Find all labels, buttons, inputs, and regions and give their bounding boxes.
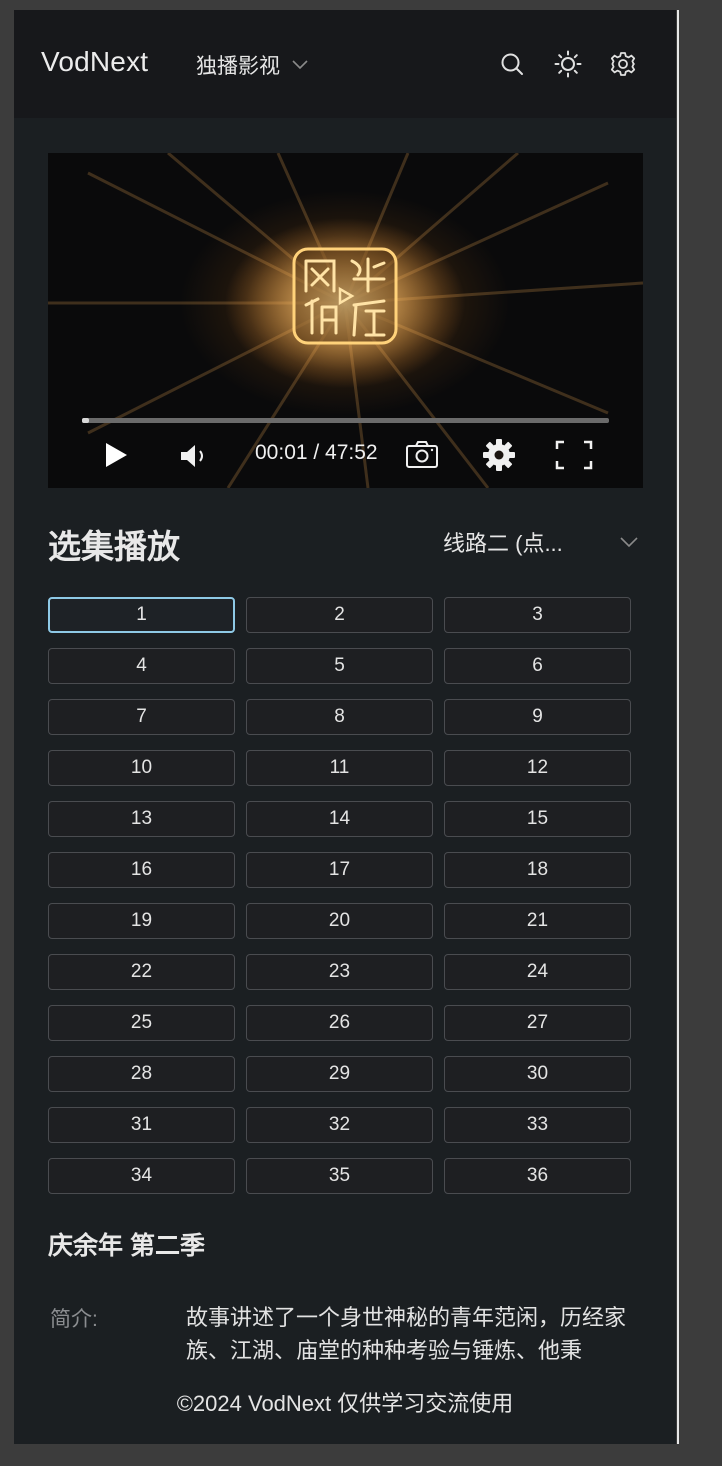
episode-button[interactable]: 25 — [48, 1005, 235, 1041]
settings-gear-icon[interactable] — [609, 50, 637, 78]
episode-button[interactable]: 35 — [246, 1158, 433, 1194]
volume-icon[interactable] — [179, 443, 211, 469]
episode-button[interactable]: 29 — [246, 1056, 433, 1092]
chevron-down-icon — [292, 60, 308, 70]
episode-grid: 1 2 3 4 5 6 7 8 9 10 11 12 13 14 15 16 17 18 19 20 21 22 23 24 2… — [48, 597, 633, 1194]
episode-button[interactable]: 1 — [48, 597, 235, 633]
progress-fill — [82, 418, 89, 423]
episode-button[interactable]: 7 — [48, 699, 235, 735]
progress-bar[interactable] — [82, 418, 609, 423]
site-logo[interactable]: VodNext — [41, 46, 148, 78]
episode-button[interactable]: 20 — [246, 903, 433, 939]
chevron-down-icon — [620, 537, 638, 548]
episode-button[interactable]: 23 — [246, 954, 433, 990]
episode-button[interactable]: 26 — [246, 1005, 433, 1041]
episode-button[interactable]: 9 — [444, 699, 631, 735]
footer-copyright: ©2024 VodNext 仅供学习交流使用 — [176, 1391, 514, 1416]
episode-button[interactable]: 34 — [48, 1158, 235, 1194]
time-display: 00:01 / 47:52 — [255, 441, 378, 464]
app-window: VodNext 独播影视 00:01 / 47:52 选集播放 线路二 (点..… — [14, 10, 676, 1444]
episode-button[interactable]: 18 — [444, 852, 631, 888]
episode-button[interactable]: 19 — [48, 903, 235, 939]
top-header: VodNext 独播影视 — [14, 10, 676, 118]
episode-button[interactable]: 33 — [444, 1107, 631, 1143]
episode-button[interactable]: 4 — [48, 648, 235, 684]
episode-button[interactable]: 6 — [444, 648, 631, 684]
fullscreen-icon[interactable] — [555, 440, 593, 470]
player-settings-icon[interactable] — [482, 438, 516, 472]
episode-button[interactable]: 2 — [246, 597, 433, 633]
episode-button[interactable]: 16 — [48, 852, 235, 888]
episode-button[interactable]: 11 — [246, 750, 433, 786]
description-label: 简介: — [50, 1308, 98, 1331]
search-icon[interactable] — [498, 50, 526, 78]
episode-button[interactable]: 8 — [246, 699, 433, 735]
episode-button[interactable]: 36 — [444, 1158, 631, 1194]
episode-button[interactable]: 30 — [444, 1056, 631, 1092]
show-title: 庆余年 第二季 — [48, 1232, 205, 1260]
channel-logo-seal — [292, 247, 398, 345]
play-line-label: 线路二 (点... — [443, 531, 563, 556]
episode-button[interactable]: 13 — [48, 801, 235, 837]
episode-button[interactable]: 28 — [48, 1056, 235, 1092]
episode-button[interactable]: 17 — [246, 852, 433, 888]
episode-button[interactable]: 12 — [444, 750, 631, 786]
theme-sun-icon[interactable] — [554, 50, 582, 78]
episode-button[interactable]: 21 — [444, 903, 631, 939]
episode-button[interactable]: 24 — [444, 954, 631, 990]
description-text: 故事讲述了一个身世神秘的青年范闲，历经家族、江湖、庙堂的种种考验与锤炼、他秉 — [186, 1305, 627, 1363]
screenshot-camera-icon[interactable] — [405, 439, 439, 469]
episode-button[interactable]: 14 — [246, 801, 433, 837]
episode-button[interactable]: 22 — [48, 954, 235, 990]
site-source-dropdown[interactable]: 独播影视 — [196, 50, 308, 80]
episode-button[interactable]: 10 — [48, 750, 235, 786]
episode-button[interactable]: 5 — [246, 648, 433, 684]
window-edge-divider — [677, 10, 679, 1444]
play-icon[interactable] — [102, 441, 130, 469]
site-source-label: 独播影视 — [196, 55, 280, 78]
episode-button[interactable]: 3 — [444, 597, 631, 633]
play-line-dropdown[interactable]: 线路二 (点... — [443, 526, 639, 558]
video-player[interactable]: 00:01 / 47:52 — [48, 153, 643, 488]
episode-button[interactable]: 31 — [48, 1107, 235, 1143]
episode-button[interactable]: 32 — [246, 1107, 433, 1143]
episode-button[interactable]: 27 — [444, 1005, 631, 1041]
episodes-section-title: 选集播放 — [48, 528, 180, 565]
episode-button[interactable]: 15 — [444, 801, 631, 837]
